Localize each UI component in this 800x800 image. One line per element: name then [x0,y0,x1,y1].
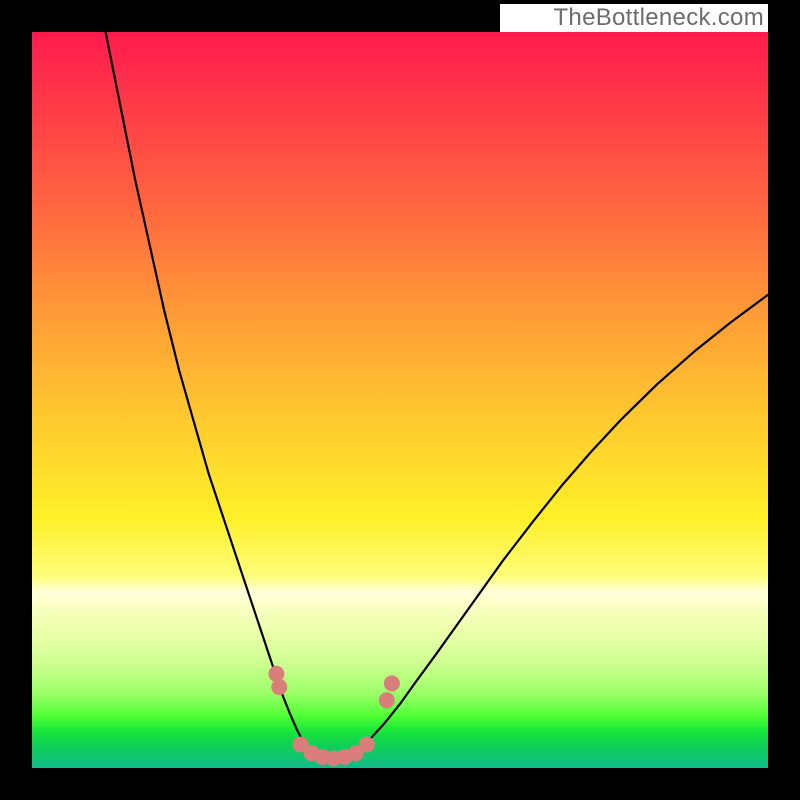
outer-frame: TheBottleneck.com [0,0,800,800]
bottleneck-curve [106,32,768,759]
data-marker [359,736,375,752]
watermark-label: TheBottleneck.com [553,4,764,32]
curve-layer [106,32,768,759]
data-marker [268,666,284,682]
data-marker [379,692,395,708]
chart-svg [32,32,768,768]
data-marker [271,679,287,695]
data-marker [384,675,400,691]
marker-layer [268,666,400,767]
